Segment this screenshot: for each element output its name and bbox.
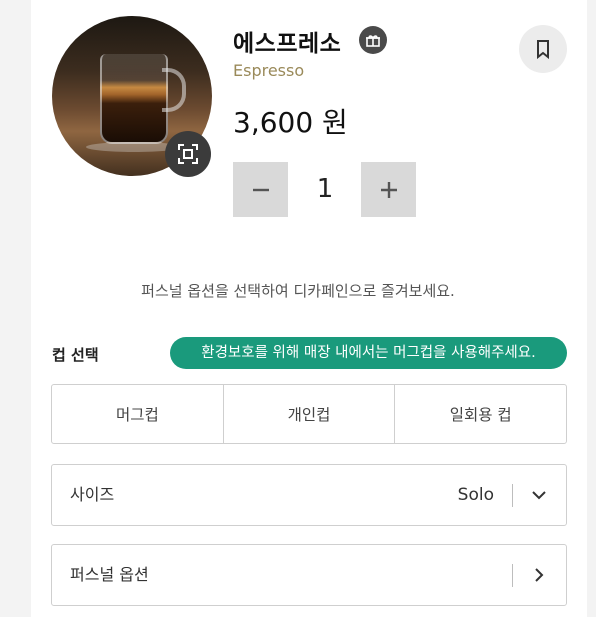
product-name: 에스프레소 — [233, 31, 342, 57]
personal-option-select[interactable]: 퍼스널 옵션 — [51, 544, 567, 606]
quantity-increase-button[interactable] — [361, 162, 416, 217]
personal-option-divider — [512, 564, 513, 587]
eco-notice-badge: 환경보호를 위해 매장 내에서는 머그컵을 사용해주세요. — [170, 337, 567, 369]
product-english-name: Espresso — [233, 61, 305, 80]
size-select[interactable]: 사이즈 Solo — [51, 464, 567, 526]
cup-option-personal[interactable]: 개인컵 — [224, 385, 396, 443]
cup-handle — [162, 68, 186, 112]
expand-image-button[interactable] — [165, 131, 211, 177]
size-divider — [512, 484, 513, 507]
personal-option-notice: 퍼스널 옵션을 선택하여 디카페인으로 즐겨보세요. — [141, 282, 455, 300]
bookmark-button[interactable] — [519, 25, 567, 73]
cup-option-mug[interactable]: 머그컵 — [52, 385, 224, 443]
cup-options: 머그컵 개인컵 일회용 컵 — [51, 384, 567, 444]
product-price: 3,600 원 — [233, 106, 348, 139]
cup-option-disposable[interactable]: 일회용 컵 — [395, 385, 566, 443]
chevron-down-icon — [528, 484, 550, 506]
espresso-cup — [100, 54, 168, 144]
cup-selection-title: 컵 선택 — [52, 346, 99, 364]
plus-icon — [380, 181, 397, 198]
chevron-right-icon — [528, 564, 550, 586]
size-label: 사이즈 — [70, 485, 115, 504]
expand-icon — [178, 144, 198, 164]
gift-icon[interactable] — [359, 26, 387, 54]
minus-icon — [252, 188, 269, 191]
quantity-value: 1 — [316, 174, 334, 204]
personal-option-label: 퍼스널 옵션 — [70, 565, 149, 584]
bookmark-icon — [537, 40, 549, 59]
size-value: Solo — [457, 485, 494, 505]
quantity-decrease-button[interactable] — [233, 162, 288, 217]
